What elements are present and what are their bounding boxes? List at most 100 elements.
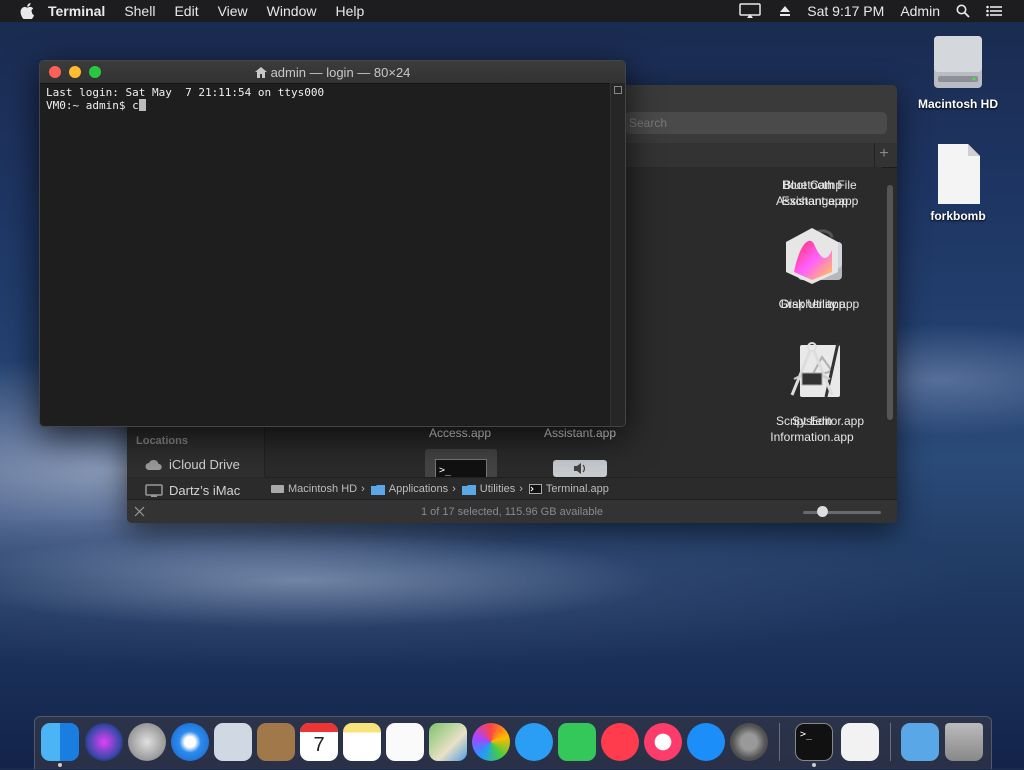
app-assistant-partial[interactable]: Assistant.app [520,425,640,441]
dock: 7 >_ [34,716,992,769]
split-pane-icon[interactable] [614,86,622,94]
app-label: Grapher.app [778,297,846,311]
running-indicator [58,763,62,767]
dock-safari-icon[interactable] [171,723,209,761]
dock-maps-icon[interactable] [429,723,467,761]
terminal-title-text: admin — login — 80×24 [270,65,411,80]
finder-search-input[interactable]: Search [625,112,887,134]
dock-system-preferences-icon[interactable] [730,723,768,761]
app-label: Assistant.app [543,426,617,440]
sidebar-item-label: iCloud Drive [169,457,240,472]
menu-shell[interactable]: Shell [124,3,155,19]
command-input[interactable]: c [132,99,139,112]
dock-news-icon[interactable] [601,723,639,761]
cloud-icon [145,459,162,470]
sidebar-item-label: Dartz’s iMac [169,483,241,498]
icon-size-slider[interactable] [803,511,881,514]
airplay-display-icon[interactable] [739,3,763,19]
grapher-icon [786,228,838,284]
path-segment-applications[interactable]: Applications [370,483,449,495]
dock-facetime-icon[interactable] [558,723,596,761]
dock-terminal-icon[interactable]: >_ [795,723,833,761]
dock-music-icon[interactable] [644,723,682,761]
finder-path-bar: Macintosh HD › Applications › Utilities … [265,477,897,500]
hard-drive-icon [934,36,982,88]
app-system-information[interactable]: System Information.app [752,339,872,445]
last-login-line: Last login: Sat May 7 21:11:54 on ttys00… [46,86,325,99]
menu-edit[interactable]: Edit [174,3,198,19]
menu-bar: Terminal Shell Edit View Window Help Sat… [0,0,1024,22]
path-segment-terminal-app[interactable]: Terminal.app [528,483,609,495]
menu-user[interactable]: Admin [900,3,940,19]
desktop-icon-forkbomb[interactable]: forkbomb [908,142,1008,223]
dock-contacts-icon[interactable] [257,723,295,761]
menu-help[interactable]: Help [335,3,364,19]
speaker-icon [574,463,586,474]
path-label: Macintosh HD [288,483,358,495]
terminal-app-tile-partial[interactable]: >_ [425,449,497,481]
document-icon [938,144,980,204]
drive-icon [271,485,284,493]
path-label: Utilities [479,483,516,495]
new-tab-plus-icon[interactable]: + [874,143,893,167]
imac-icon [145,483,163,497]
dock-mail-icon[interactable] [214,723,252,761]
terminal-scrollbar[interactable] [610,83,625,426]
finder-scrollbar[interactable] [887,185,893,420]
app-label: Boot Camp Assistant.app [775,178,849,208]
dock-finder-icon[interactable] [41,723,79,761]
folder-icon [370,484,385,495]
dock-calendar-icon[interactable]: 7 [300,723,338,761]
terminal-titlebar[interactable]: admin — login — 80×24 [40,61,625,84]
dock-reminders-icon[interactable] [386,723,424,761]
dock-notes-icon[interactable] [343,723,381,761]
dock-messages-icon[interactable] [515,723,553,761]
dock-downloads-folder-icon[interactable] [901,723,939,761]
notification-center-icon[interactable] [986,5,1002,17]
dock-launchpad-icon[interactable] [128,723,166,761]
menu-view[interactable]: View [218,3,248,19]
app-boot-camp-assistant[interactable]: Boot Camp Assistant.app [752,177,872,209]
desktop-icon-macintosh-hd[interactable]: Macintosh HD [908,30,1008,111]
app-label: System Information.app [770,414,854,444]
text-cursor [138,99,146,111]
sidebar-item-icloud-drive[interactable]: iCloud Drive [145,457,240,472]
status-text: 1 of 17 selected, 115.96 GB available [420,506,604,518]
dock-separator [890,723,891,761]
folder-icon [461,484,476,495]
dock-siri-icon[interactable] [85,723,123,761]
path-segment-macintosh-hd[interactable]: Macintosh HD [271,483,357,495]
eject-icon[interactable] [779,5,791,17]
app-grapher[interactable]: Grapher.app [752,222,872,312]
home-icon [254,67,267,78]
sidebar-item-imac[interactable]: Dartz’s iMac [145,483,240,498]
app-label: Access.app [428,426,492,440]
app-accessibility-partial[interactable]: Access.app [400,425,520,441]
path-label: Applications [388,483,449,495]
dock-app-store-icon[interactable] [687,723,725,761]
dock-photos-icon[interactable] [472,723,510,761]
terminal-output[interactable]: Last login: Sat May 7 21:11:54 on ttys00… [46,86,324,112]
dock-separator [779,723,780,761]
shell-prompt: VM0:~ admin$ [46,99,133,112]
audio-midi-app-icon-partial[interactable] [553,460,607,477]
sidebar-locations-heading: Locations [136,435,188,447]
path-segment-utilities[interactable]: Utilities [461,483,516,495]
dock-trash-icon[interactable] [945,723,983,761]
menu-window[interactable]: Window [267,3,317,19]
terminal-title: admin — login — 80×24 [40,65,625,80]
terminal-window[interactable]: admin — login — 80×24 Last login: Sat Ma… [39,60,626,427]
search-placeholder: Search [629,116,668,130]
finder-status-bar: 1 of 17 selected, 115.96 GB available [127,499,897,523]
menu-clock[interactable]: Sat 9:17 PM [807,3,884,19]
icon-size-slider-knob[interactable] [817,506,828,517]
path-separator-icon: › [361,483,365,495]
menu-app-name[interactable]: Terminal [48,3,105,19]
dock-textedit-icon[interactable] [841,723,879,761]
menu-extras: Sat 9:17 PM Admin [739,3,1024,19]
spotlight-search-icon[interactable] [956,4,970,18]
desktop-icon-label: Macintosh HD [917,97,998,111]
apple-menu-icon[interactable] [20,3,34,19]
system-information-icon [790,342,834,396]
running-indicator [812,763,816,767]
